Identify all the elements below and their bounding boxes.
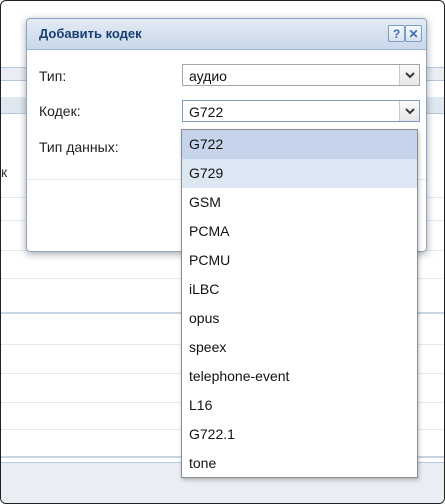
- type-select-value: аудио: [189, 68, 227, 84]
- codec-option-g722-1[interactable]: G722.1: [182, 420, 417, 449]
- codec-option-pcmu[interactable]: PCMU: [182, 246, 417, 275]
- codec-option-tone[interactable]: tone: [182, 449, 417, 478]
- codec-option-l16[interactable]: L16: [182, 391, 417, 420]
- help-icon[interactable]: ?: [388, 25, 405, 42]
- background-partial-text: к: [1, 164, 8, 180]
- close-icon[interactable]: ✕: [405, 25, 422, 42]
- datatype-label: Тип данных:: [39, 139, 119, 155]
- codec-option-opus[interactable]: opus: [182, 304, 417, 333]
- app-frame: к Добавить кодек ? ✕ Тип: аудио Кодек: G…: [0, 0, 445, 504]
- chevron-down-icon[interactable]: [399, 65, 419, 85]
- codec-option-gsm[interactable]: GSM: [182, 188, 417, 217]
- codec-option-g729[interactable]: G729: [182, 159, 417, 188]
- codec-option-telephone-event[interactable]: telephone-event: [182, 362, 417, 391]
- dialog-title: Добавить кодек: [39, 26, 142, 41]
- type-select[interactable]: аудио: [182, 64, 420, 86]
- dialog-header[interactable]: Добавить кодек ? ✕: [27, 19, 426, 50]
- chevron-down-icon[interactable]: [399, 101, 419, 121]
- codec-select[interactable]: G722: [182, 100, 420, 122]
- codec-option-ilbc[interactable]: iLBC: [182, 275, 417, 304]
- codec-option-pcma[interactable]: PCMA: [182, 217, 417, 246]
- codec-label: Кодек:: [39, 103, 81, 119]
- type-label: Тип:: [39, 68, 67, 84]
- codec-option-g722[interactable]: G722: [182, 130, 417, 159]
- codec-dropdown-list[interactable]: G722 G729 GSM PCMA PCMU iLBC opus speex …: [181, 129, 418, 478]
- codec-select-value: G722: [189, 104, 224, 120]
- codec-option-speex[interactable]: speex: [182, 333, 417, 362]
